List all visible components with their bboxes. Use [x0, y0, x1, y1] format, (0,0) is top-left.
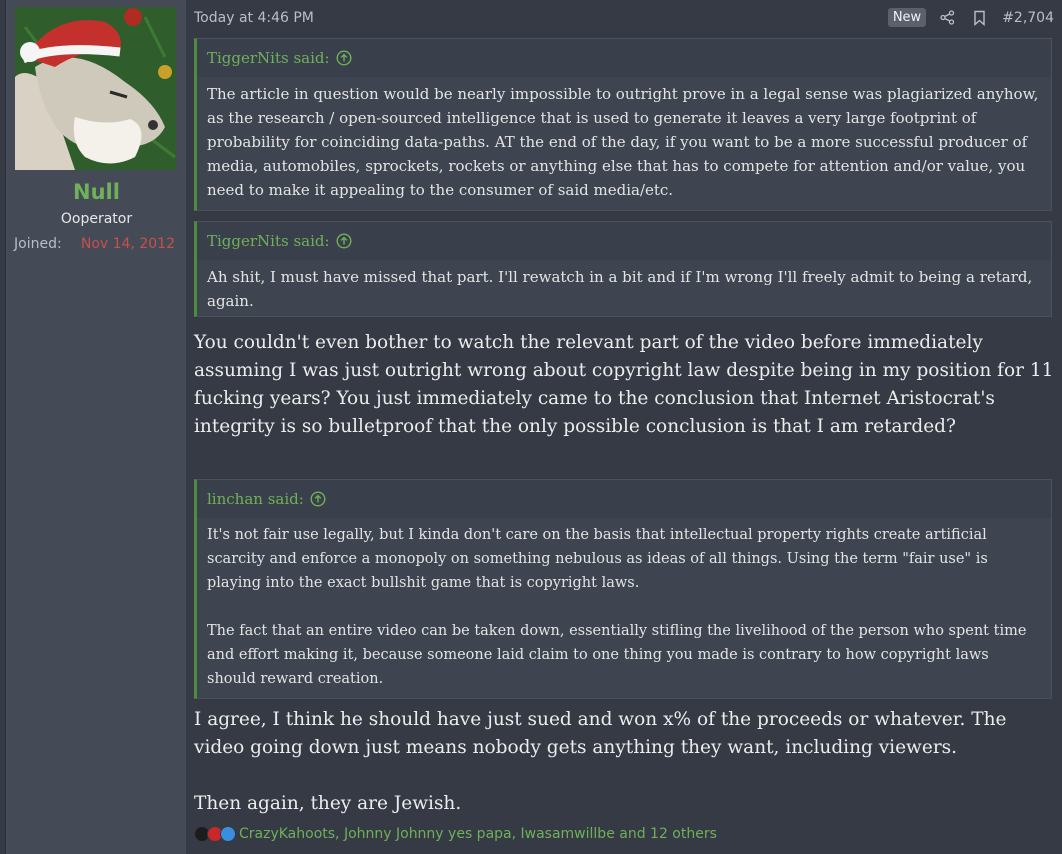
post-header-actions: New #2,704 — [887, 8, 1054, 27]
thumbs-up-reaction-icon — [220, 826, 236, 842]
quote-content: The article in question would be nearly … — [197, 77, 1051, 210]
username[interactable]: Null — [6, 180, 187, 204]
share-icon[interactable] — [938, 9, 956, 27]
quote-paragraph: The article in question would be nearly … — [207, 85, 1039, 199]
quote-author[interactable]: TiggerNits said: — [207, 49, 330, 67]
quote-block: TiggerNits said: Ah shit, I must have mi… — [194, 221, 1052, 317]
arrow-up-circle-icon[interactable] — [310, 491, 326, 507]
quote-header[interactable]: linchan said: — [197, 480, 1051, 518]
quote-author[interactable]: TiggerNits said: — [207, 232, 330, 250]
quote-header[interactable]: TiggerNits said: — [197, 39, 1051, 77]
bookmark-icon[interactable] — [970, 9, 988, 27]
quote-block: TiggerNits said: The article in question… — [194, 38, 1052, 211]
post-message-text: Then again, they are Jewish. — [194, 793, 462, 814]
user-title: Ooperator — [60, 211, 133, 227]
avatar-image — [15, 7, 176, 170]
reactions-bar[interactable]: CrazyKahoots, Johnny Johnny yes papa, Iw… — [194, 826, 717, 842]
forum-post: Null Ooperator Joined: Nov 14, 2012 Toda… — [0, 0, 1062, 854]
avatar[interactable] — [15, 7, 176, 170]
quote-paragraph: Ah shit, I must have missed that part. I… — [207, 268, 1033, 310]
post-message-text: You couldn't even bother to watch the re… — [194, 332, 1054, 437]
new-badge: New — [887, 8, 927, 27]
joined-label: Joined: — [14, 236, 62, 252]
quote-paragraph: It's not fair use legally, but I kinda d… — [207, 527, 988, 591]
joined-date: Nov 14, 2012 — [80, 236, 175, 252]
post-date[interactable]: Today at 4:46 PM — [194, 10, 314, 26]
quote-author[interactable]: linchan said: — [207, 490, 304, 508]
quote-content: Ah shit, I must have missed that part. I… — [197, 260, 1051, 321]
quote-header[interactable]: TiggerNits said: — [197, 222, 1051, 260]
arrow-up-circle-icon[interactable] — [336, 233, 352, 249]
quote-content: It's not fair use legally, but I kinda d… — [197, 518, 1051, 699]
reaction-icons — [194, 826, 236, 842]
user-sidebar: Null Ooperator Joined: Nov 14, 2012 — [5, 0, 186, 854]
arrow-up-circle-icon[interactable] — [336, 50, 352, 66]
reactions-list[interactable]: CrazyKahoots, Johnny Johnny yes papa, Iw… — [239, 826, 717, 842]
quote-block: linchan said: It's not fair use legally,… — [194, 479, 1052, 699]
post-message-text: I agree, I think he should have just sue… — [194, 709, 1007, 758]
quote-paragraph: The fact that an entire video can be tak… — [207, 623, 1027, 687]
post-number[interactable]: #2,704 — [1002, 10, 1054, 26]
